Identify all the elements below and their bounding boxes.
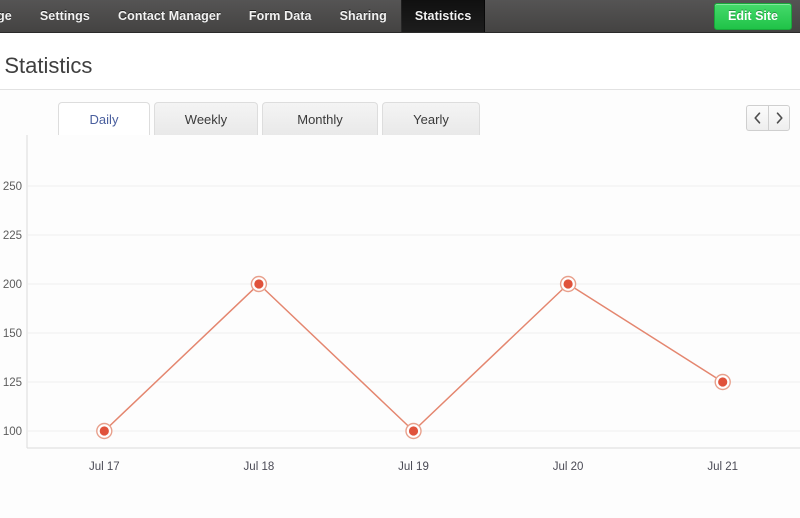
tab-yearly[interactable]: Yearly [382,102,480,135]
x-axis-tick-label: Jul 18 [244,461,275,473]
nav-item-label: Form Data [248,9,312,23]
next-period-button[interactable] [768,105,790,131]
date-range-pager [746,105,790,131]
nav-item-statistics[interactable]: Statistics [400,0,486,32]
tab-label: Weekly [184,111,228,127]
previous-period-button[interactable] [746,105,768,131]
y-axis-tick-label: 100 [3,426,22,438]
chart-axes [26,135,800,449]
tab-label: Daily [89,111,119,127]
y-axis-tick-label: 150 [3,328,22,340]
x-axis-tick-label: Jul 19 [398,461,429,473]
x-axis-tick-label: Jul 20 [553,461,584,473]
statistics-line-chart: 250 225 200 150 125 100 Jul 17 Jul 18 Jul 19 Jul… [0,135,800,518]
tab-label: Monthly [297,111,343,127]
nav-item-settings[interactable]: Settings [26,0,104,32]
nav-item-contact-manager[interactable]: Contact Manager [104,0,235,32]
period-tabs: Daily Weekly Monthly Yearly [58,102,484,135]
chevron-left-icon [753,112,762,124]
chart-x-axis-labels: Jul 17 Jul 18 Jul 19 Jul 20 Jul 21 [89,461,738,473]
statistics-panel: Daily Weekly Monthly Yearly 250 225 200 … [0,90,800,518]
page-header: e Statistics [0,33,800,90]
chart-series-line [103,283,724,432]
data-point-marker[interactable] [714,373,731,391]
data-point-marker[interactable] [96,422,113,440]
nav-item-label: Contact Manager [117,9,221,23]
nav-item-form-data[interactable]: Form Data [235,0,326,32]
nav-item-sharing[interactable]: Sharing [326,0,401,32]
nav-item-label: Statistics [414,9,472,23]
y-axis-tick-label: 200 [3,279,22,291]
data-point-marker[interactable] [405,422,422,440]
tab-daily[interactable]: Daily [58,102,150,135]
x-axis-tick-label: Jul 21 [707,461,738,473]
edit-site-button[interactable]: Edit Site [713,2,792,30]
nav-item-label: age [0,9,12,23]
nav-item-label: Settings [39,9,90,23]
y-axis-tick-label: 225 [3,230,22,242]
y-axis-tick-label: 250 [3,181,22,193]
data-point-marker[interactable] [250,275,268,293]
edit-site-label: Edit Site [727,8,778,23]
chart-data-markers [96,275,731,440]
tab-strip: Daily Weekly Monthly Yearly [0,102,800,135]
page-title: e Statistics [0,53,93,78]
chart-canvas: 250225200150125100 Jul 17 Jul 18 Jul 19 Jul… [3,135,800,473]
tab-monthly[interactable]: Monthly [262,102,378,135]
tab-weekly[interactable]: Weekly [154,102,258,135]
data-point-marker[interactable] [559,275,577,293]
x-axis-tick-label: Jul 17 [89,461,120,473]
chart-y-axis-labels: 250 225 200 150 125 100 [3,181,22,438]
series-polyline [103,283,724,432]
nav-item-manage[interactable]: age [0,0,26,32]
tab-label: Yearly [413,111,449,127]
chevron-right-icon [775,112,784,124]
nav-item-label: Sharing [339,9,387,23]
top-navigation-bar: age Settings Contact Manager Form Data S… [0,0,800,33]
y-axis-tick-label: 125 [3,377,22,389]
